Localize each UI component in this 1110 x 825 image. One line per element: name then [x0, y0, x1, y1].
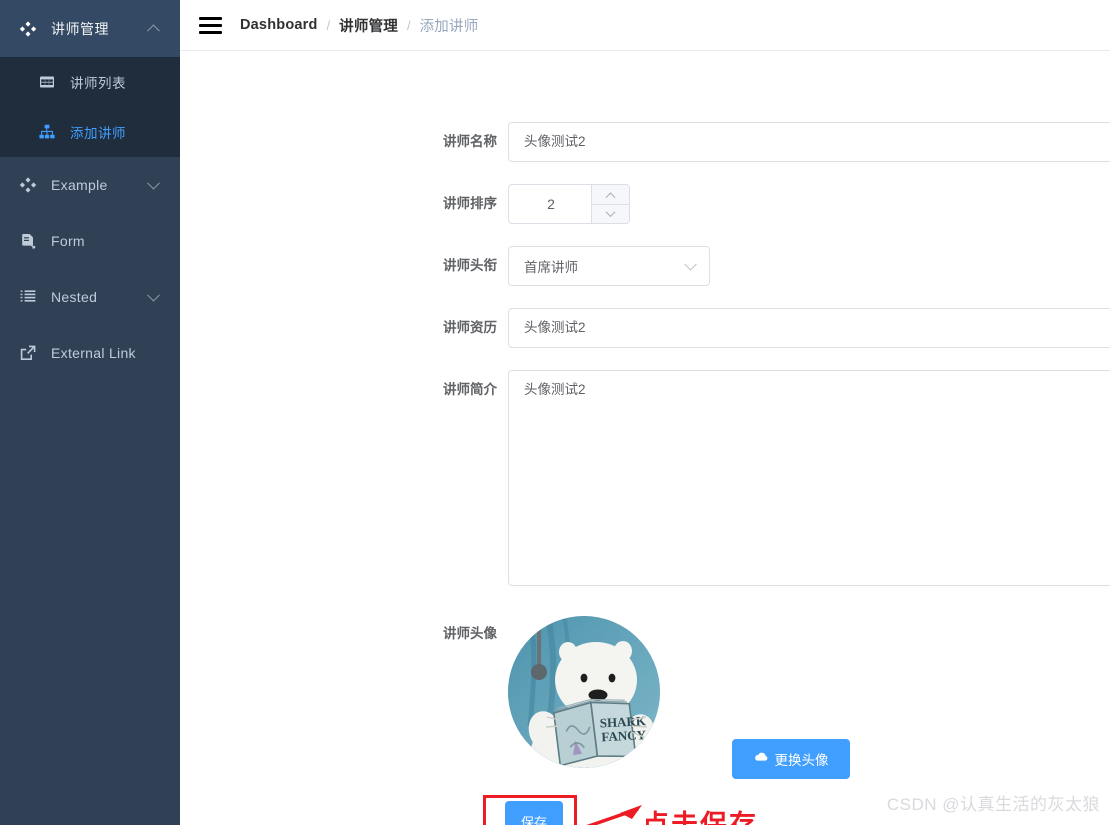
label-teacher-sort: 讲师排序	[443, 196, 497, 211]
teacher-name-input[interactable]: 头像测试2	[508, 122, 1110, 162]
form-row-intro: 讲师简介 头像测试2	[430, 370, 1110, 586]
sidebar-item-form[interactable]: Form	[0, 213, 180, 269]
tree-icon	[38, 123, 56, 141]
sidebar-item-nested[interactable]: Nested	[0, 269, 180, 325]
annotation-arrow-icon	[586, 805, 642, 825]
watermark: CSDN @认真生活的灰太狼	[886, 795, 1100, 814]
main-content: 讲师名称 头像测试2 讲师排序 2 讲师头衔 首席讲师 讲师资历 头像测试2 讲…	[180, 51, 1110, 825]
caret-down-icon[interactable]	[592, 205, 629, 224]
sidebar-item-add-teacher[interactable]: 添加讲师	[0, 107, 180, 157]
chevron-down-icon	[147, 176, 160, 190]
breadcrumb-item-teacher-management[interactable]: 讲师管理	[339, 15, 398, 36]
sidebar-group-teacher-management[interactable]: 讲师管理	[0, 0, 180, 57]
change-avatar-button[interactable]: 更换头像	[732, 739, 850, 779]
label-teacher-intro: 讲师简介	[443, 382, 497, 397]
breadcrumb-separator: /	[406, 17, 411, 33]
sidebar-item-external-link[interactable]: External Link	[0, 325, 180, 381]
chevron-down-icon	[147, 288, 160, 302]
teacher-title-select[interactable]: 首席讲师	[508, 246, 710, 286]
avatar: SHARK FANCY	[508, 616, 660, 768]
label-teacher-career: 讲师资历	[443, 320, 497, 335]
form-icon	[19, 232, 37, 250]
stepper-buttons	[591, 185, 629, 223]
teacher-career-input[interactable]: 头像测试2	[508, 308, 1110, 348]
avatar-column: SHARK FANCY 更换头像	[508, 616, 850, 779]
form-row-name: 讲师名称 头像测试2	[430, 122, 1110, 162]
breadcrumb-separator: /	[326, 17, 331, 33]
caret-up-glyph	[605, 192, 616, 203]
form-row-title: 讲师头衔 首席讲师	[430, 246, 710, 286]
nested-list-icon	[19, 288, 37, 306]
caret-down-glyph	[605, 207, 616, 218]
hamburger-bar	[198, 16, 222, 20]
sidebar-item-label: External Link	[51, 345, 136, 361]
label-teacher-title: 讲师头衔	[443, 258, 497, 273]
save-button-label: 保存	[520, 814, 547, 825]
cloud-upload-icon	[754, 750, 769, 768]
save-button[interactable]: 保存	[505, 801, 563, 825]
label-teacher-name: 讲师名称	[443, 134, 497, 149]
component-icon	[19, 20, 37, 38]
sidebar-submenu: 讲师列表 添加讲师	[0, 57, 180, 157]
polar-bear-reading-shark-fancy-image: SHARK FANCY	[508, 616, 660, 768]
sidebar-item-teacher-list[interactable]: 讲师列表	[0, 57, 180, 107]
component-icon	[19, 176, 37, 194]
breadcrumb-item-dashboard[interactable]: Dashboard	[240, 17, 318, 33]
form-row-sort: 讲师排序 2	[430, 184, 630, 224]
hamburger-bar	[198, 23, 222, 27]
sidebar-item-label: 添加讲师	[70, 126, 126, 141]
teacher-intro-textarea[interactable]: 头像测试2	[508, 370, 1110, 586]
sidebar-item-example[interactable]: Example	[0, 157, 180, 213]
sidebar-group-label: 讲师管理	[51, 20, 109, 37]
sidebar-item-label: 讲师列表	[70, 76, 126, 91]
caret-up-icon[interactable]	[592, 185, 629, 205]
sidebar-item-label: Form	[51, 233, 85, 249]
annotation-text: 点击保存	[642, 810, 758, 825]
breadcrumb: Dashboard / 讲师管理 / 添加讲师	[240, 15, 478, 36]
sidebar-item-label: Example	[51, 177, 108, 193]
table-icon	[38, 73, 56, 91]
sidebar: 讲师管理 讲师列表 添加讲师 Example Form Nested Exter…	[0, 0, 180, 825]
chevron-down-icon	[684, 257, 697, 271]
form-row-career: 讲师资历 头像测试2	[430, 308, 1110, 348]
app-root: 讲师管理 讲师列表 添加讲师 Example Form Nested Exter…	[0, 0, 1110, 825]
change-avatar-label: 更换头像	[774, 753, 829, 768]
top-header: Dashboard / 讲师管理 / 添加讲师	[180, 0, 1110, 51]
hamburger-bar	[198, 30, 222, 34]
chevron-up-icon	[147, 23, 160, 37]
label-teacher-avatar: 讲师头像	[443, 626, 497, 641]
teacher-sort-stepper[interactable]: 2	[508, 184, 630, 224]
sidebar-item-label: Nested	[51, 289, 98, 305]
form-row-avatar: 讲师头像 SHARK FANCY 更换头像	[430, 616, 850, 779]
breadcrumb-item-add-teacher: 添加讲师	[419, 18, 479, 35]
teacher-title-value: 首席讲师	[524, 260, 578, 275]
hamburger-icon[interactable]	[190, 5, 230, 45]
external-link-icon	[19, 344, 37, 362]
